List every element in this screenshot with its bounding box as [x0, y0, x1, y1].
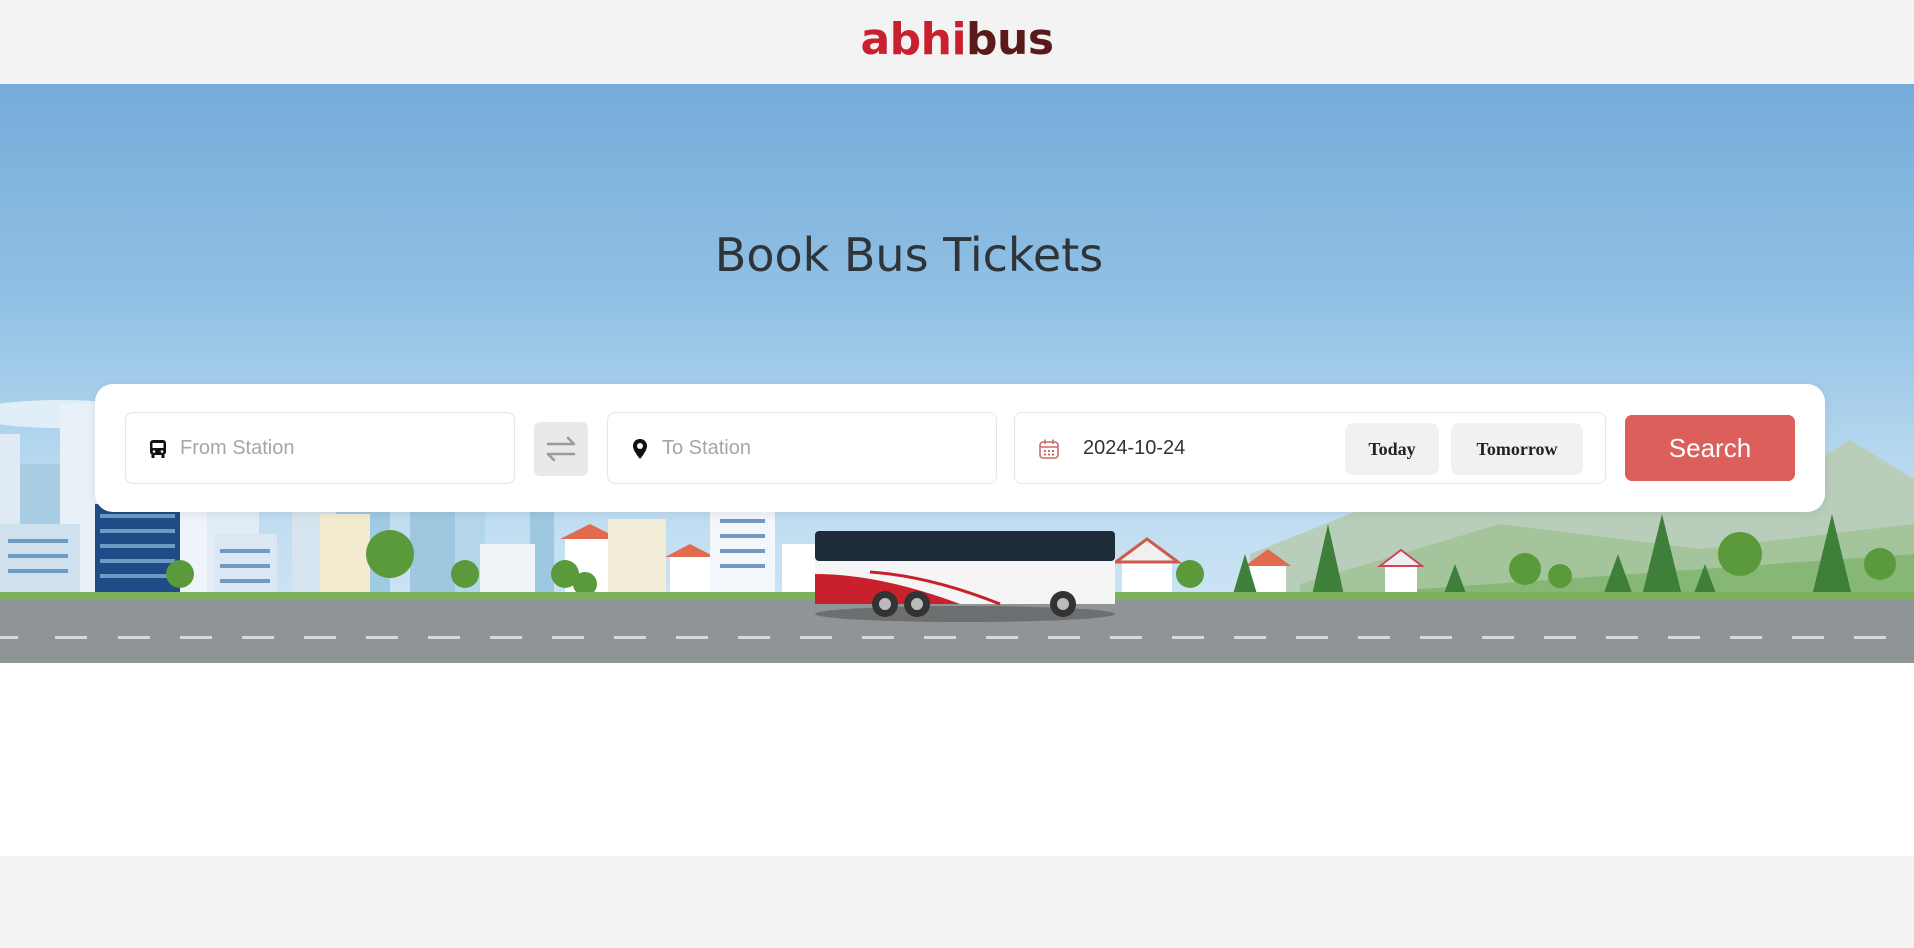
from-station-field[interactable]: From Station — [125, 412, 515, 484]
swap-stations-button[interactable] — [534, 422, 588, 476]
tomorrow-button[interactable]: Tomorrow — [1451, 423, 1583, 475]
page-footer-area — [0, 856, 1914, 948]
content-area — [0, 663, 1914, 856]
logo-part-abhi: abhi — [860, 14, 967, 65]
logo-part-bus: bus — [966, 14, 1054, 65]
bus-icon — [150, 440, 166, 458]
from-station-placeholder: From Station — [180, 437, 295, 459]
swap-arrows-icon — [546, 436, 576, 462]
location-pin-icon — [633, 439, 647, 459]
calendar-icon — [1039, 439, 1059, 459]
abhibus-logo[interactable]: abhibus — [0, 14, 1914, 65]
journey-date-field[interactable]: 2024-10-24 Today Tomorrow — [1014, 412, 1606, 484]
hero-banner: Book Bus Tickets From Station To Station — [0, 84, 1914, 663]
today-button[interactable]: Today — [1345, 423, 1439, 475]
to-station-placeholder: To Station — [662, 437, 751, 459]
top-header: abhibus — [0, 0, 1914, 84]
to-station-field[interactable]: To Station — [607, 412, 997, 484]
bus-illustration — [815, 531, 1115, 622]
date-value: 2024-10-24 — [1083, 437, 1186, 459]
search-button[interactable]: Search — [1625, 415, 1795, 481]
search-card: From Station To Station 2024-10-24 Today — [95, 384, 1825, 512]
page-title: Book Bus Tickets — [714, 228, 1104, 282]
city-road-illustration — [0, 400, 1914, 663]
